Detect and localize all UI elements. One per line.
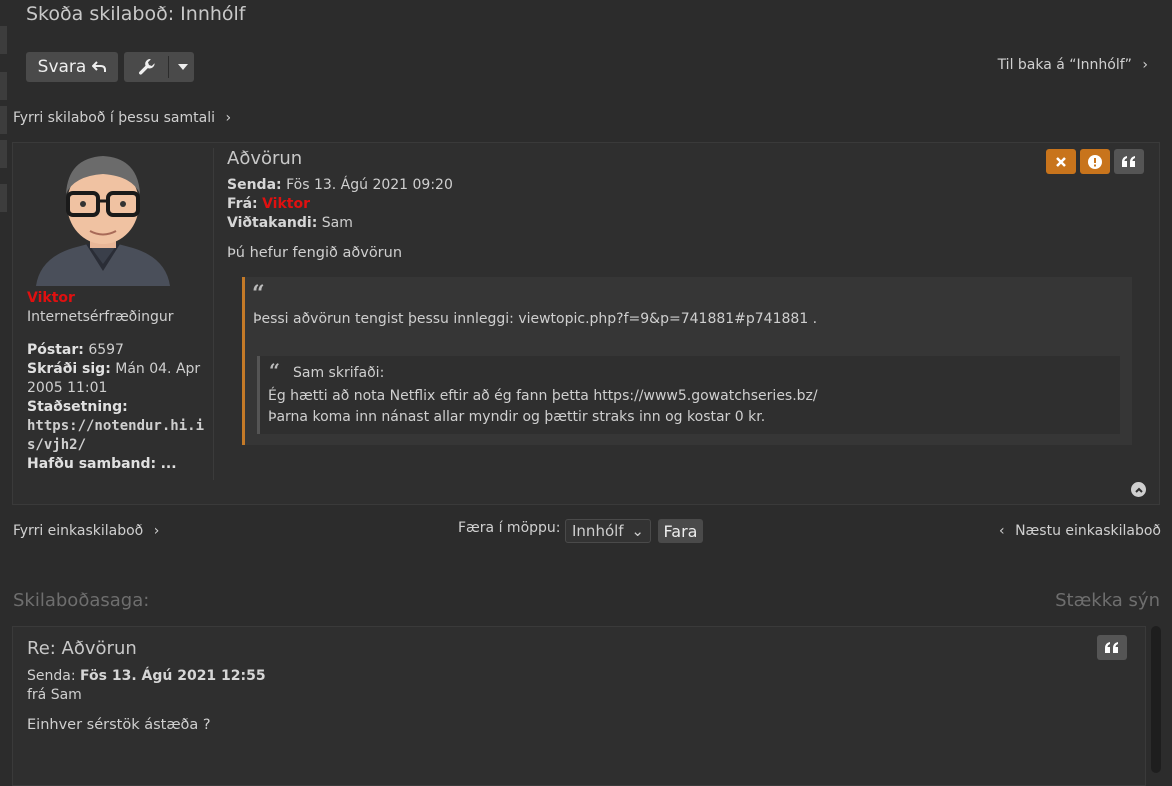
quote-button[interactable] (1114, 149, 1144, 174)
tools-dropdown-button[interactable] (124, 52, 194, 82)
from-user[interactable]: Viktor (262, 196, 310, 212)
message-subject: Aðvörun (227, 148, 303, 169)
next-pm-link[interactable]: ‹ Næstu einkaskilaboð (999, 523, 1161, 539)
chevron-right-icon: › (153, 523, 160, 539)
reply-button[interactable]: Svara (26, 52, 118, 82)
nested-quote-line: Þarna koma inn nánast allar myndir og þæ… (268, 409, 766, 425)
contact-label: Hafðu samband: (27, 456, 157, 472)
message-body: Þú hefur fengið aðvörun (227, 245, 403, 261)
next-pm-label: Næstu einkaskilaboð (1015, 523, 1161, 539)
to-user[interactable]: Sam (322, 215, 353, 231)
exclamation-icon (1088, 154, 1102, 169)
prev-pm-link[interactable]: Fyrri einkaskilaboð › (13, 523, 159, 539)
posts-label: Póstar: (27, 342, 84, 358)
prev-in-conversation-link[interactable]: Fyrri skilaboð í þessu samtali › (13, 110, 231, 126)
location-link[interactable]: https://notendur.hi.is/vjh2/ (27, 417, 207, 455)
profile-details: Póstar: 6597 Skráði sig: Mán 04. Apr 200… (27, 341, 207, 474)
side-tab[interactable] (0, 106, 7, 134)
history-sent: Senda: Fös 13. Ágú 2021 12:55 (27, 668, 266, 684)
history-message-panel (12, 626, 1146, 786)
history-subject: Re: Aðvörun (27, 638, 137, 659)
delete-button[interactable] (1046, 149, 1076, 174)
close-icon (1056, 156, 1066, 167)
sent-date: Fös 13. Ágú 2021 09:20 (286, 177, 453, 193)
quote-mark-icon: “ (269, 360, 280, 382)
back-to-top-button[interactable] (1131, 482, 1146, 497)
side-tab[interactable] (0, 140, 7, 168)
back-to-inbox-link[interactable]: Til baka á “Innhólf” › (998, 57, 1148, 73)
history-quote-button[interactable] (1097, 635, 1127, 660)
chevron-right-icon: › (1142, 57, 1148, 73)
back-link-label: Til baka á “Innhólf” (997, 57, 1132, 73)
profile-divider (213, 148, 214, 480)
quote-icon (1122, 156, 1135, 167)
nested-quote-line: Ég hætti að nota Netflix eftir að ég fan… (268, 388, 818, 404)
registered-label: Skráði sig: (27, 361, 111, 377)
page-title: Skoða skilaboð: Innhólf (26, 3, 246, 25)
from-label: Frá: (227, 196, 258, 212)
side-tab[interactable] (0, 72, 7, 100)
chevron-up-icon (1134, 487, 1143, 493)
quote-icon (1105, 642, 1118, 653)
folder-selected: Innhólf (572, 522, 624, 540)
caret-down-icon (178, 64, 188, 70)
reply-label: Svara (37, 57, 87, 77)
report-button[interactable] (1080, 149, 1110, 174)
prev-conv-label: Fyrri skilaboð í þessu samtali (13, 110, 215, 126)
side-tab[interactable] (0, 184, 7, 212)
to-label: Viðtakandi: (227, 215, 318, 231)
history-title: Skilaboðasaga: (13, 590, 150, 611)
side-tab[interactable] (0, 26, 7, 54)
quote-mark-icon: “ (252, 281, 265, 307)
prev-pm-label: Fyrri einkaskilaboð (13, 523, 144, 539)
profile-rank: Internetsérfræðingur (27, 309, 174, 325)
posts-count[interactable]: 6597 (88, 342, 124, 358)
wrench-icon (139, 59, 155, 75)
folder-select[interactable]: Innhólf ⌄ (565, 519, 651, 543)
go-button[interactable]: Fara (658, 519, 703, 543)
contact-menu[interactable]: ... (161, 456, 177, 472)
location-label: Staðsetning: (27, 399, 128, 415)
chevron-right-icon: › (225, 110, 232, 126)
sent-label: Senda: (227, 177, 282, 193)
history-sent-label: Senda: (27, 668, 76, 684)
history-body: Einhver sérstök ástæða ? (27, 717, 211, 733)
move-to-folder-label: Færa í möppu: (458, 520, 561, 536)
profile-username[interactable]: Viktor (27, 290, 75, 306)
nested-quote-author: Sam skrifaði: (293, 365, 385, 381)
expand-view-link[interactable]: Stækka sýn (1055, 590, 1160, 611)
history-from: frá Sam (27, 687, 82, 703)
user-avatar[interactable] (28, 146, 178, 286)
message-meta: Senda: Fös 13. Ágú 2021 09:20 Frá: Vikto… (227, 176, 453, 233)
separator (168, 56, 169, 78)
history-scrollbar[interactable] (1151, 626, 1161, 773)
quote-text: Þessi aðvörun tengist þessu innleggi: vi… (253, 311, 818, 327)
reply-icon (92, 61, 107, 72)
history-sent-date: Fös 13. Ágú 2021 12:55 (80, 668, 266, 684)
chevron-left-icon: ‹ (999, 523, 1005, 539)
chevron-down-icon: ⌄ (631, 522, 644, 540)
